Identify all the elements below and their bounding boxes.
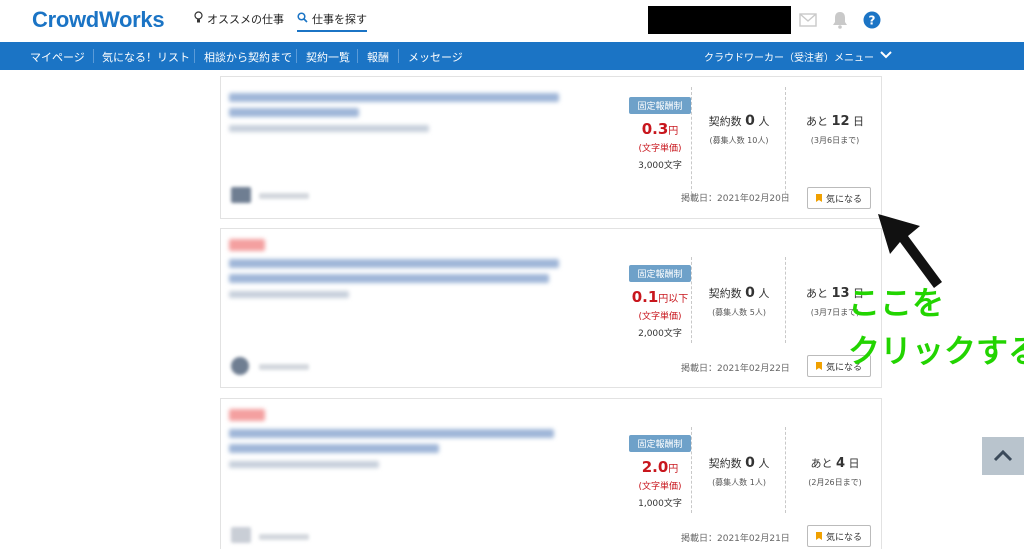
job-title-blurred: [229, 239, 579, 298]
nav-divider: [398, 49, 399, 63]
contract-unit: 人: [758, 457, 770, 470]
contract-number: 0: [745, 285, 755, 301]
recruit-count: (募集人数 1人): [712, 478, 766, 487]
deadline: あと 4 日 (2月26日まで): [787, 455, 883, 488]
price-unit: 円以下: [658, 294, 689, 305]
recruit-count: (募集人数 10人): [709, 136, 769, 145]
price-unit: 円: [668, 126, 679, 137]
char-count: 3,000文字: [638, 161, 682, 171]
nav-consult[interactable]: 相談から契約まで: [204, 49, 292, 65]
nav-mypage[interactable]: マイページ: [30, 49, 85, 65]
deadline-prefix: あと: [805, 287, 828, 300]
nav-favorites[interactable]: 気になる！リスト: [102, 49, 190, 65]
posted-date: 掲載日：2021年02月21日: [681, 534, 790, 544]
find-jobs-link[interactable]: 仕事を探す: [297, 11, 367, 32]
divider: [785, 87, 786, 199]
contract-number: 0: [745, 113, 755, 129]
deadline-date: (3月6日まで): [810, 136, 860, 145]
contract-count: 契約数 0 人 (募集人数 1人): [691, 455, 787, 488]
job-card[interactable]: 固定報酬制 0.3円 (文字単価) 3,000文字 契約数 0 人 (募集人数 …: [220, 76, 882, 219]
client-avatar: [231, 527, 251, 543]
nav-divider: [194, 49, 195, 63]
contract-number: 0: [745, 455, 755, 471]
char-count: 1,000文字: [638, 499, 682, 509]
search-icon: [297, 12, 308, 26]
contract-unit: 人: [758, 115, 770, 128]
price-value: 0.3: [641, 120, 669, 138]
job-title-blurred: [229, 409, 579, 468]
favorite-button[interactable]: 気になる: [807, 525, 871, 547]
price-value: 2.0: [641, 458, 669, 476]
annotation-text-line2: クリックする: [848, 332, 1024, 370]
payment-type-badge: 固定報酬制: [629, 435, 691, 452]
chevron-up-icon: [993, 447, 1013, 466]
contract-label: 契約数: [708, 287, 742, 300]
payment-type-badge: 固定報酬制: [629, 97, 691, 114]
char-count: 2,000文字: [638, 329, 682, 339]
posted-date: 掲載日：2021年02月22日: [681, 364, 790, 374]
nav-messages[interactable]: メッセージ: [408, 49, 463, 65]
deadline-days: 13: [831, 286, 850, 301]
bookmark-icon: [815, 362, 822, 370]
bookmark-icon: [815, 194, 822, 202]
nav-divider: [357, 49, 358, 63]
bell-icon[interactable]: [830, 10, 850, 30]
price-unit: 円: [668, 464, 679, 475]
client-name-blurred: [259, 534, 309, 540]
recruit-count: (募集人数 5人): [712, 308, 766, 317]
client-name-blurred: [259, 364, 309, 370]
price-value: 0.1: [631, 288, 659, 306]
contract-unit: 人: [758, 287, 770, 300]
deadline-unit: 日: [848, 457, 860, 470]
annotation-text-line1: ここを: [848, 284, 945, 322]
contract-count: 契約数 0 人 (募集人数 10人): [691, 113, 787, 146]
contract-label: 契約数: [708, 457, 742, 470]
job-card[interactable]: 固定報酬制 2.0円 (文字単価) 1,000文字 契約数 0 人 (募集人数 …: [220, 398, 882, 549]
divider: [785, 427, 786, 513]
deadline-prefix: あと: [810, 457, 833, 470]
nav-divider: [296, 49, 297, 63]
deadline-days: 12: [831, 114, 850, 129]
deadline-date: (2月26日まで): [808, 478, 862, 487]
job-title-blurred: [229, 93, 579, 132]
scroll-to-top-button[interactable]: [982, 437, 1024, 475]
help-icon[interactable]: ?: [862, 10, 882, 30]
deadline-prefix: あと: [805, 115, 828, 128]
divider: [785, 257, 786, 343]
price-box: 固定報酬制 2.0円 (文字単価) 1,000文字: [605, 399, 715, 509]
site-header: CrowdWorks オススメの仕事 仕事を探す ?: [0, 0, 1024, 42]
nav-contracts[interactable]: 契約一覧: [306, 49, 350, 65]
client-name-blurred: [259, 193, 309, 199]
mail-icon[interactable]: [798, 10, 818, 30]
client-avatar: [231, 357, 249, 375]
bookmark-icon: [815, 532, 822, 540]
client-avatar: [231, 187, 251, 203]
payment-type-badge: 固定報酬制: [629, 265, 691, 282]
posted-date: 掲載日：2021年02月20日: [681, 194, 790, 204]
contract-count: 契約数 0 人 (募集人数 5人): [691, 285, 787, 318]
recommended-jobs-link[interactable]: オススメの仕事: [194, 11, 284, 27]
find-jobs-label: 仕事を探す: [312, 13, 367, 26]
lightbulb-icon: [194, 11, 203, 27]
worker-menu-label: クラウドワーカー（受注者）メニュー: [704, 53, 874, 64]
contract-label: 契約数: [708, 115, 742, 128]
nav-reward[interactable]: 報酬: [367, 49, 389, 65]
favorite-button[interactable]: 気になる: [807, 187, 871, 209]
favorite-button-label: 気になる: [825, 532, 862, 543]
worker-menu[interactable]: クラウドワーカー（受注者）メニュー: [704, 49, 892, 64]
nav-divider: [93, 49, 94, 63]
logo[interactable]: CrowdWorks: [32, 7, 165, 33]
deadline-days: 4: [835, 456, 846, 471]
deadline-unit: 日: [853, 115, 865, 128]
price-box: 固定報酬制 0.1円以下 (文字単価) 2,000文字: [605, 229, 715, 339]
redacted-user-area: [648, 6, 791, 34]
recommended-jobs-label: オススメの仕事: [207, 13, 284, 26]
job-card[interactable]: 固定報酬制 0.1円以下 (文字単価) 2,000文字 契約数 0 人 (募集人…: [220, 228, 882, 388]
svg-text:?: ?: [869, 14, 876, 28]
main-nav: マイページ 気になる！リスト 相談から契約まで 契約一覧 報酬 メッセージ クラ…: [0, 42, 1024, 70]
favorite-button-label: 気になる: [825, 194, 862, 205]
deadline: あと 12 日 (3月6日まで): [787, 113, 883, 146]
chevron-down-icon: [880, 51, 892, 62]
